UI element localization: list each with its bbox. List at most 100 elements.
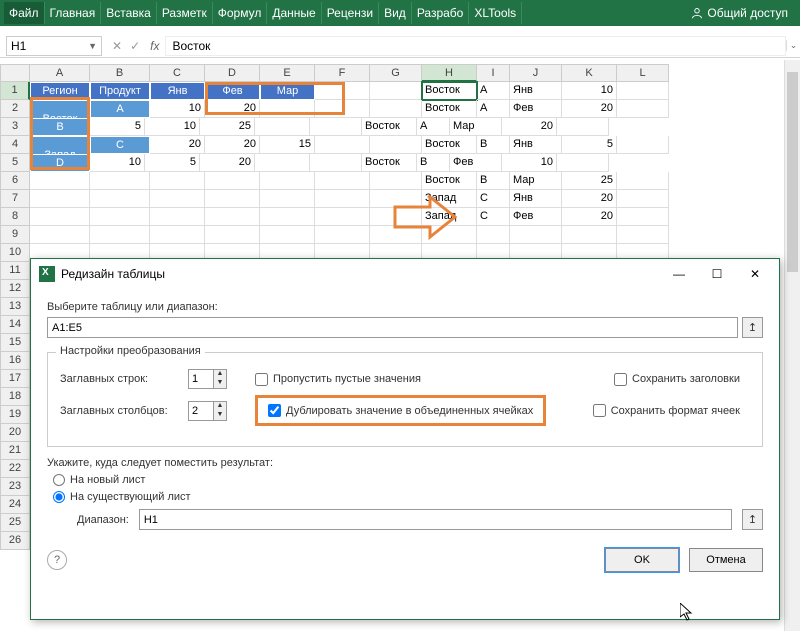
tab-review[interactable]: Рецензи <box>322 2 379 24</box>
cell-A6[interactable] <box>30 172 90 190</box>
close-button[interactable]: ✕ <box>739 262 771 286</box>
cell-G3[interactable] <box>310 118 362 136</box>
tab-layout[interactable]: Разметк <box>157 2 213 24</box>
cell-E9[interactable] <box>260 226 315 244</box>
col-header-L[interactable]: L <box>617 64 669 82</box>
cell-L9[interactable] <box>617 226 669 244</box>
cell-C5[interactable]: 10 <box>90 154 145 172</box>
cell-I9[interactable] <box>477 226 510 244</box>
col-header-K[interactable]: K <box>562 64 617 82</box>
row-header-1[interactable]: 1 <box>0 82 30 100</box>
cell-H1[interactable]: Восток <box>422 82 477 100</box>
formula-input[interactable]: Восток <box>165 36 786 56</box>
cell-L4[interactable] <box>617 136 669 154</box>
cell-L8[interactable] <box>617 208 669 226</box>
skip-empty-checkbox[interactable]: Пропустить пустые значения <box>255 373 421 386</box>
tab-data[interactable]: Данные <box>267 2 321 24</box>
cell-J5[interactable]: Фев <box>450 154 502 172</box>
row-header-19[interactable]: 19 <box>0 406 30 424</box>
cell-H3[interactable]: Восток <box>362 118 417 136</box>
cell-E7[interactable] <box>260 190 315 208</box>
cancel-formula-icon[interactable]: ✕ <box>112 39 122 53</box>
cell-F6[interactable] <box>315 172 370 190</box>
cell-D4[interactable]: 20 <box>205 136 260 154</box>
cell-K4[interactable]: 5 <box>562 136 617 154</box>
row-header-6[interactable]: 6 <box>0 172 30 190</box>
name-box[interactable]: H1 ▼ <box>6 36 102 56</box>
cell-D9[interactable] <box>205 226 260 244</box>
cell-F4[interactable] <box>315 136 370 154</box>
cell-I7[interactable]: C <box>477 190 510 208</box>
tab-formulas[interactable]: Формул <box>213 2 268 24</box>
row-header-16[interactable]: 16 <box>0 352 30 370</box>
cell-L6[interactable] <box>617 172 669 190</box>
cell-J2[interactable]: Фев <box>510 100 562 118</box>
source-range-input[interactable] <box>47 317 738 338</box>
cancel-button[interactable]: Отмена <box>689 548 763 572</box>
cell-A9[interactable] <box>30 226 90 244</box>
cell-J9[interactable] <box>510 226 562 244</box>
cell-D3[interactable]: 10 <box>145 118 200 136</box>
cell-C9[interactable] <box>150 226 205 244</box>
cell-E3[interactable]: 25 <box>200 118 255 136</box>
cell-E1[interactable]: Мар <box>260 82 315 100</box>
cell-F3[interactable] <box>255 118 310 136</box>
cell-B8[interactable] <box>90 208 150 226</box>
cell-D7[interactable] <box>205 190 260 208</box>
tab-view[interactable]: Вид <box>379 2 412 24</box>
col-header-I[interactable]: I <box>477 64 510 82</box>
cell-L1[interactable] <box>617 82 669 100</box>
cell-K9[interactable] <box>562 226 617 244</box>
spin-down-icon[interactable]: ▼ <box>214 379 226 388</box>
row-header-7[interactable]: 7 <box>0 190 30 208</box>
cell-L5[interactable] <box>557 154 609 172</box>
keep-format-checkbox[interactable]: Сохранить формат ячеек <box>593 404 740 417</box>
cell-K3[interactable]: 20 <box>502 118 557 136</box>
cell-G2[interactable] <box>370 100 422 118</box>
header-rows-spinner[interactable]: ▲▼ <box>188 369 227 389</box>
cell-F8[interactable] <box>315 208 370 226</box>
col-header-J[interactable]: J <box>510 64 562 82</box>
col-header-D[interactable]: D <box>205 64 260 82</box>
cell-J7[interactable]: Янв <box>510 190 562 208</box>
maximize-button[interactable]: ☐ <box>701 262 733 286</box>
cell-C3[interactable]: 5 <box>90 118 145 136</box>
scroll-thumb[interactable] <box>787 72 798 272</box>
cell-B6[interactable] <box>90 172 150 190</box>
radio-new-sheet[interactable]: На новый лист <box>53 474 763 486</box>
cell-E8[interactable] <box>260 208 315 226</box>
cell-D1[interactable]: Фев <box>205 82 260 100</box>
help-button[interactable]: ? <box>47 550 67 570</box>
cell-I1[interactable]: A <box>477 82 510 100</box>
row-header-24[interactable]: 24 <box>0 496 30 514</box>
cell-D2[interactable]: 20 <box>205 100 260 118</box>
cell-J8[interactable]: Фев <box>510 208 562 226</box>
cell-H5[interactable]: Восток <box>362 154 417 172</box>
spin-up-icon[interactable]: ▲ <box>214 402 226 411</box>
col-header-C[interactable]: C <box>150 64 205 82</box>
cell-B2[interactable]: A <box>90 100 150 118</box>
col-header-B[interactable]: B <box>90 64 150 82</box>
cell-L3[interactable] <box>557 118 609 136</box>
cell-J4[interactable]: Янв <box>510 136 562 154</box>
cell-F5[interactable] <box>255 154 310 172</box>
col-header-G[interactable]: G <box>370 64 422 82</box>
cell-K1[interactable]: 10 <box>562 82 617 100</box>
cell-K8[interactable]: 20 <box>562 208 617 226</box>
cell-C6[interactable] <box>150 172 205 190</box>
cell-J6[interactable]: Мар <box>510 172 562 190</box>
cell-K7[interactable]: 20 <box>562 190 617 208</box>
cell-E2[interactable] <box>260 100 315 118</box>
cell-K6[interactable]: 25 <box>562 172 617 190</box>
accept-formula-icon[interactable]: ✓ <box>130 39 140 53</box>
row-header-17[interactable]: 17 <box>0 370 30 388</box>
col-header-E[interactable]: E <box>260 64 315 82</box>
row-header-11[interactable]: 11 <box>0 262 30 280</box>
cell-K2[interactable]: 20 <box>562 100 617 118</box>
cell-G1[interactable] <box>370 82 422 100</box>
row-header-13[interactable]: 13 <box>0 298 30 316</box>
cell-I5[interactable]: B <box>417 154 450 172</box>
tab-xltools[interactable]: XLTools <box>469 2 522 24</box>
range-picker-button[interactable]: ↥ <box>742 317 763 338</box>
cell-I3[interactable]: A <box>417 118 450 136</box>
